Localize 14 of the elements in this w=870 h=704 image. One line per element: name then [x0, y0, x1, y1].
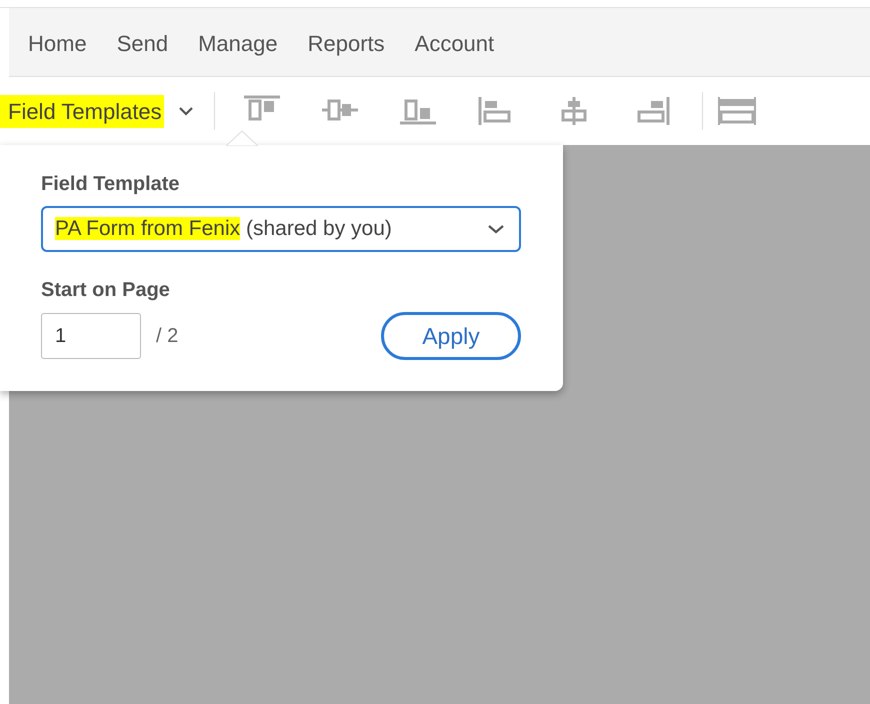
chevron-down-icon: [487, 224, 505, 234]
nav-link[interactable]: Account: [414, 27, 494, 60]
nav-link[interactable]: Reports: [308, 27, 385, 60]
template-dropdown[interactable]: PA Form from Fenix (shared by you): [41, 206, 521, 252]
field-label: Start on Page: [41, 278, 170, 302]
page-input[interactable]: 1: [41, 313, 141, 359]
apply-button[interactable]: Apply: [381, 312, 521, 360]
page-total: / 2: [156, 324, 178, 349]
nav-link[interactable]: Send: [116, 27, 168, 60]
nav-link[interactable]: Home: [28, 27, 87, 60]
distribute-icon[interactable]: [716, 95, 757, 127]
nav-link[interactable]: Manage: [198, 27, 278, 60]
field-label: Field Template: [41, 172, 180, 196]
chevron-down-icon: [178, 106, 194, 116]
